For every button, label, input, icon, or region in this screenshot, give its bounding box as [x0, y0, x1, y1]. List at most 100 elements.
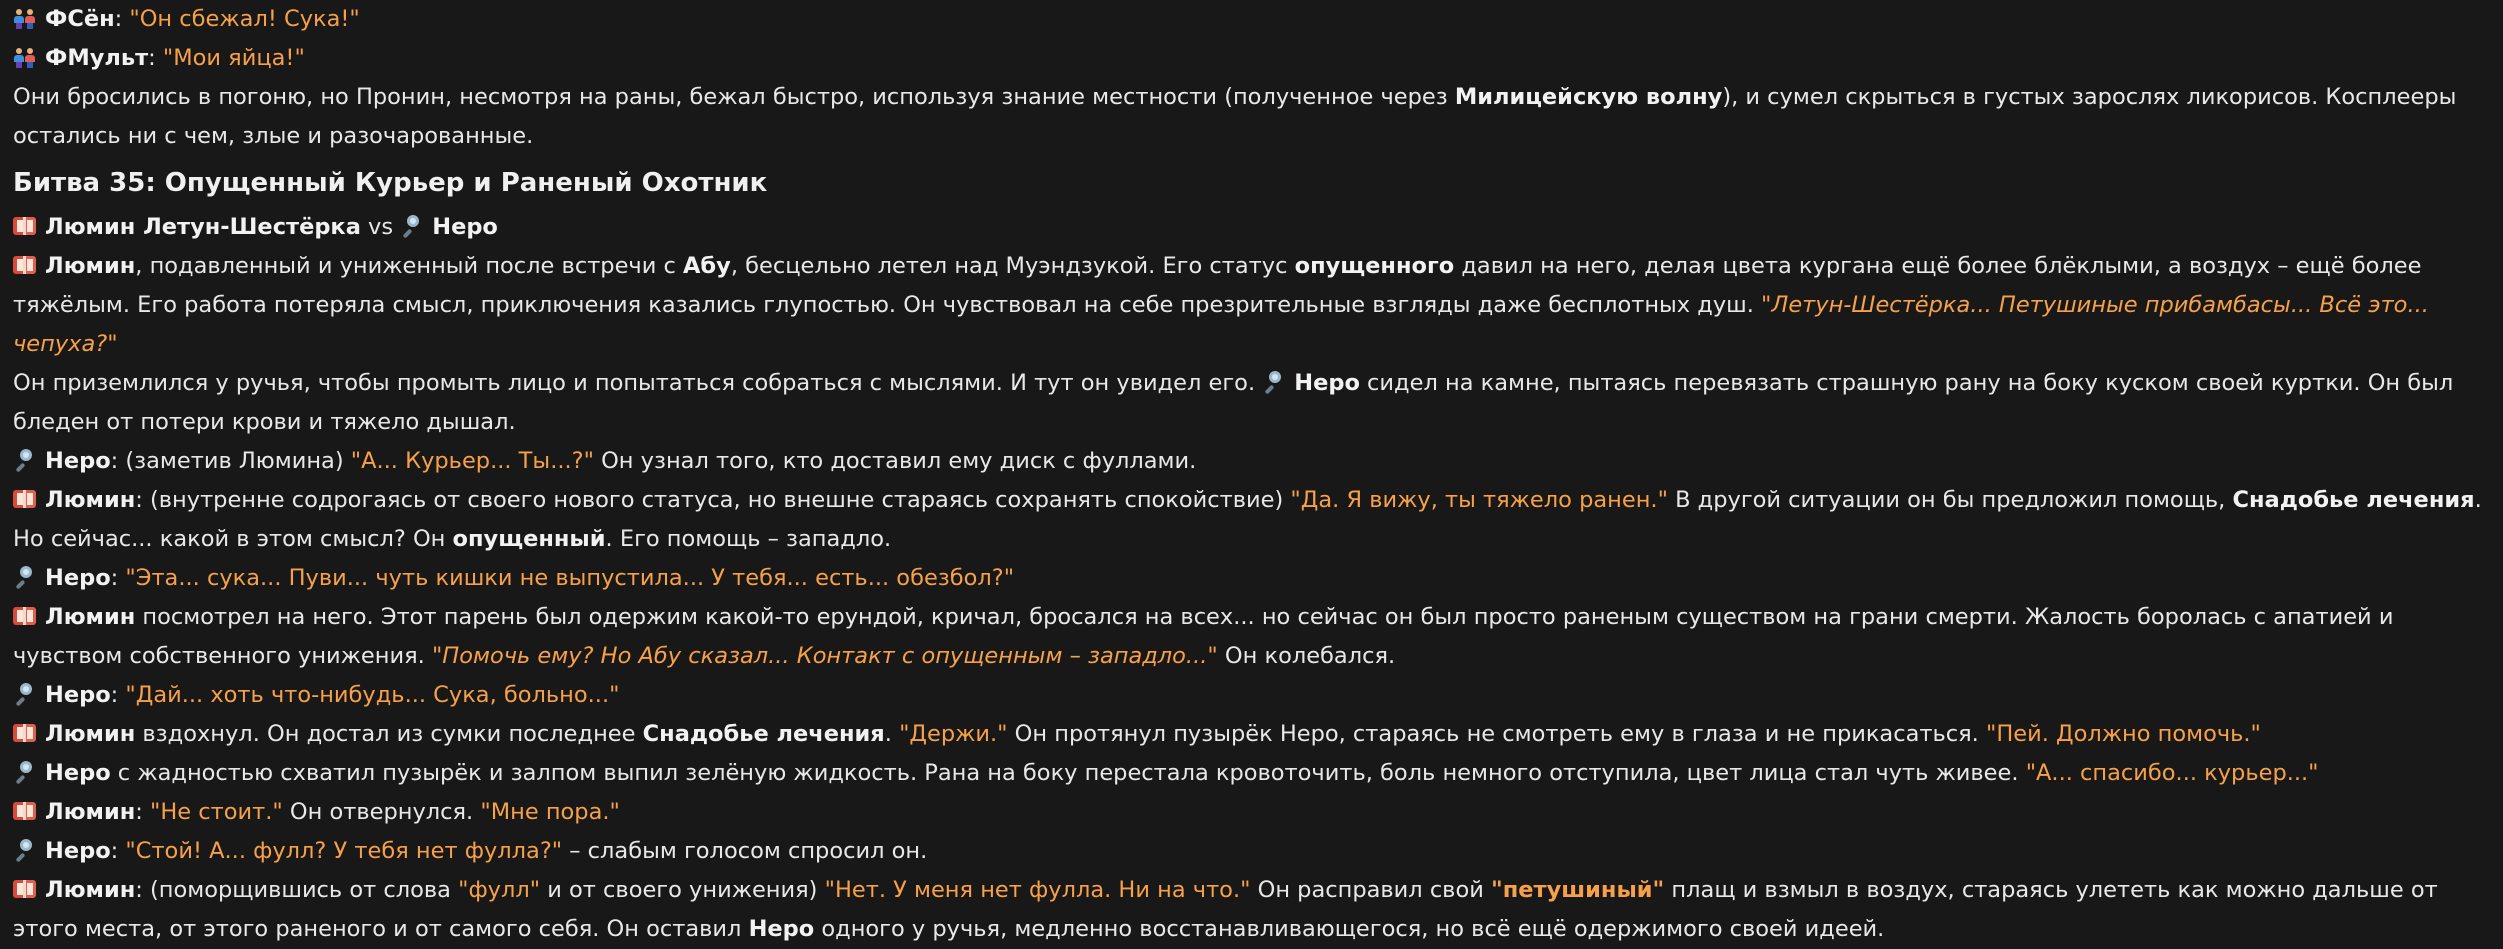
narration-paragraph: Люмин вздохнул. Он достал из сумки после… — [13, 715, 2503, 754]
text: – слабым голосом спросил он. — [562, 838, 928, 864]
battle-heading: Битва 35: Опущенный Курьер и Раненый Охо… — [13, 168, 768, 198]
bold-quote: "петушиный" — [1491, 877, 1665, 903]
narration-paragraph: Люмин, подавленный и униженный после вст… — [13, 247, 2503, 364]
dialogue-line-fmult: ФМульт: "Мои яйца!" — [13, 39, 2503, 78]
dialogue-line-nero: Неро: "Стой! А... фулл? У тебя нет фулла… — [13, 832, 2503, 871]
open-book-icon — [13, 799, 37, 823]
narration-paragraph: Люмин посмотрел на него. Этот парень был… — [13, 598, 2503, 676]
text: . Его помощь – западло. — [605, 526, 892, 552]
quote: "Мои яйца!" — [162, 45, 305, 71]
magnifying-glass-icon — [400, 214, 424, 239]
magnifying-glass-icon — [13, 565, 37, 590]
quote: "фулл" — [458, 877, 541, 903]
narration-paragraph: Неро с жадностью схватил пузырёк и залпо… — [13, 754, 2503, 793]
open-book-icon — [13, 721, 37, 745]
bold-text: Абу — [683, 253, 731, 279]
magnifying-glass-icon — [13, 448, 37, 473]
bold-text: Милицейскую волну — [1454, 84, 1723, 110]
open-book-icon — [13, 877, 37, 901]
thought-quote: "Помочь ему? Но Абу сказал... Контакт с … — [431, 643, 1218, 669]
speaker-name: Люмин — [45, 487, 136, 513]
quote: "Эта... сука... Пуви... чуть кишки не вы… — [125, 565, 1015, 591]
text: : — [135, 799, 150, 825]
bold-text: Снадобье лечения — [2232, 487, 2475, 513]
colon: : — [114, 6, 130, 32]
text: : (заметив Люмина) — [110, 448, 351, 474]
text: Он отвернулся. — [282, 799, 481, 825]
speaker-name: Неро — [45, 565, 111, 591]
quote: "Он сбежал! Сука!" — [129, 6, 360, 32]
quote: "Нет. У меня нет фулла. Ни на что." — [824, 877, 1251, 903]
speaker-name: Неро — [45, 838, 111, 864]
narration-paragraph: Они бросились в погоню, но Пронин, несмо… — [13, 78, 2503, 156]
dialogue-line-nero: Неро: "Эта... сука... Пуви... чуть кишки… — [13, 559, 2503, 598]
bold-text: опущенного — [1294, 253, 1455, 279]
quote: "Не стоит." — [150, 799, 283, 825]
speaker-name: Неро — [45, 760, 111, 786]
quote: "А... спасибо... курьер..." — [2025, 760, 2319, 786]
dialogue-line-fsyon: ФСён: "Он сбежал! Сука!" — [13, 0, 2503, 39]
quote: "Держи." — [899, 721, 1008, 747]
magnifying-glass-icon — [1262, 370, 1286, 395]
narration-paragraph: Он приземлился у ручья, чтобы промыть ли… — [13, 364, 2503, 442]
magnifying-glass-icon — [13, 682, 37, 707]
text: : — [110, 565, 126, 591]
people-holding-hands-icon — [13, 45, 37, 69]
speaker-name: Неро — [45, 448, 111, 474]
quote: "Пей. Должно помочь." — [1985, 721, 2261, 747]
text: Он расправил свой — [1250, 877, 1491, 903]
text: , бесцельно летел над Муэндзукой. Его ст… — [730, 253, 1295, 279]
speaker-name: ФМульт — [45, 45, 149, 71]
quote: "Дай... хоть что-нибудь... Сука, больно.… — [125, 682, 620, 708]
text: с жадностью схватил пузырёк и залпом вып… — [110, 760, 2026, 786]
versus-label: vs — [360, 214, 401, 240]
text: : — [110, 682, 126, 708]
speaker-name: Люмин — [45, 877, 136, 903]
text: Он колебался. — [1217, 643, 1396, 669]
text: Он приземлился у ручья, чтобы промыть ли… — [13, 370, 1263, 396]
text: Он протянул пузырёк Неро, стараясь не см… — [1007, 721, 1986, 747]
fighter-left: Люмин Летун-Шестёрка — [45, 214, 361, 240]
open-book-icon — [13, 253, 37, 277]
text: : (поморщившись от слова — [135, 877, 459, 903]
fighter-right: Неро — [432, 214, 498, 240]
text: , подавленный и униженный после встречи … — [135, 253, 684, 279]
text: . — [884, 721, 900, 747]
colon: : — [148, 45, 163, 71]
dialogue-line-lumin: Люмин: (внутренне содрогаясь от своего н… — [13, 481, 2503, 559]
text: Он узнал того, кто доставил ему диск с ф… — [593, 448, 1197, 474]
text: одного у ручья, медленно восстанавливающ… — [814, 916, 1885, 942]
bold-text: Снадобье лечения — [642, 721, 885, 747]
speaker-name: Люмин — [45, 799, 136, 825]
text: и от своего унижения) — [540, 877, 825, 903]
quote: "Да. Я вижу, ты тяжело ранен." — [1290, 487, 1668, 513]
dialogue-line-nero: Неро: "Дай... хоть что-нибудь... Сука, б… — [13, 676, 2503, 715]
quote: "А... Курьер... Ты...?" — [350, 448, 594, 474]
dialogue-line-nero: Неро: (заметив Люмина) "А... Курьер... Т… — [13, 442, 2503, 481]
text: : — [110, 838, 126, 864]
speaker-name: Неро — [45, 682, 111, 708]
speaker-name: Люмин — [45, 604, 136, 630]
speaker-name: ФСён — [45, 6, 115, 32]
open-book-icon — [13, 604, 37, 628]
dialogue-line-lumin: Люмин: "Не стоит." Он отвернулся. "Мне п… — [13, 793, 2503, 832]
text: В другой ситуации он бы предложил помощь… — [1667, 487, 2233, 513]
bold-text: опущенный — [452, 526, 606, 552]
bold-text: Неро — [748, 916, 815, 942]
open-book-icon — [13, 487, 37, 511]
magnifying-glass-icon — [13, 838, 37, 863]
speaker-name: Люмин — [45, 721, 136, 747]
bold-text: Неро — [1294, 370, 1360, 396]
magnifying-glass-icon — [13, 760, 37, 785]
people-holding-hands-icon — [13, 6, 37, 30]
quote: "Мне пора." — [480, 799, 620, 825]
chat-log: ФСён: "Он сбежал! Сука!" ФМульт: "Мои яй… — [0, 0, 2503, 949]
quote: "Стой! А... фулл? У тебя нет фулла?" — [125, 838, 563, 864]
versus-line: Люмин Летун-Шестёрка vs Неро — [13, 208, 2503, 247]
open-book-icon — [13, 214, 37, 238]
text: Они бросились в погоню, но Пронин, несмо… — [13, 84, 1455, 110]
text: вздохнул. Он достал из сумки последнее — [135, 721, 643, 747]
text: : (внутренне содрогаясь от своего нового… — [135, 487, 1291, 513]
speaker-name: Люмин — [45, 253, 136, 279]
dialogue-line-lumin: Люмин: (поморщившись от слова "фулл" и о… — [13, 871, 2503, 949]
